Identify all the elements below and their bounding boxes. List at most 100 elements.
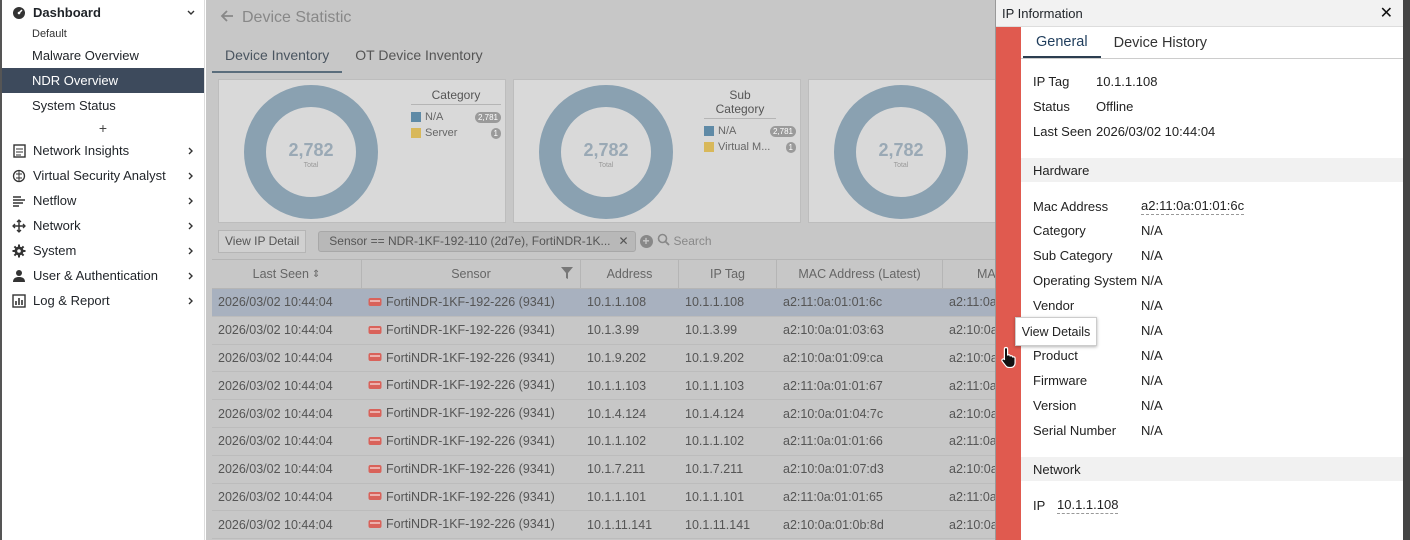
cell-address: 10.1.1.102 — [587, 434, 647, 449]
cell-mac: a2:10:0a:01:04:7c — [783, 406, 884, 421]
field-value[interactable]: 10.1.1.108 — [1057, 497, 1119, 514]
field-value[interactable]: a2:11:0a:01:01:6c — [1141, 198, 1245, 215]
legend-title: Category — [411, 88, 501, 105]
field-value: N/A — [1141, 273, 1163, 288]
sidebar-item-malware-overview[interactable]: Malware Overview — [2, 43, 204, 68]
sidebar-item-label: NDR Overview — [32, 73, 118, 88]
donut-total: 2,782 — [878, 140, 923, 160]
legend-label: N/A — [718, 125, 737, 137]
sidebar-item-label: Malware Overview — [32, 48, 139, 63]
tab-device-history[interactable]: Device History — [1101, 27, 1220, 58]
column-last-seen[interactable]: Last Seen ⇕ — [212, 260, 362, 288]
tab-ot-device-inventory[interactable]: OT Device Inventory — [342, 41, 495, 73]
cell-last-seen: 2026/03/02 10:44:04 — [218, 295, 333, 310]
cell-ip-tag: 10.1.3.99 — [685, 323, 738, 338]
field-value: Offline — [1096, 99, 1134, 114]
tab-general[interactable]: General — [1023, 27, 1101, 58]
cell-mac-extra: a2:11:0a — [949, 434, 997, 449]
sidebar-item-network-insights[interactable]: Network Insights — [2, 138, 204, 163]
sidebar-item-label: Network — [33, 218, 81, 233]
add-dashboard-button[interactable]: + — [2, 118, 204, 138]
donut-total: 2,782 — [288, 140, 333, 160]
sidebar-item-ndr-overview[interactable]: NDR Overview — [2, 68, 204, 93]
filter-icon[interactable] — [560, 266, 574, 283]
field-label: Operating System — [1033, 273, 1138, 288]
category-donut: 2,782 Total — [243, 84, 379, 220]
filter-chip-label: Sensor == NDR-1KF-192-110 (2d7e), FortiN… — [329, 234, 611, 248]
sensor-label: FortiNDR-1KF-192-226 (9341) — [386, 322, 555, 337]
legend-badge: 2,781 — [474, 111, 501, 123]
column-ip-tag[interactable]: IP Tag — [679, 260, 777, 288]
sidebar-item-system[interactable]: System — [2, 238, 204, 263]
table-row[interactable]: 2026/03/02 10:44:04 FortiNDR-1KF-192-226… — [212, 372, 1002, 401]
user-icon — [11, 268, 27, 284]
field-label: Status — [1033, 99, 1070, 114]
add-filter-icon[interactable]: + — [639, 234, 653, 248]
cell-ip-tag: 10.1.11.141 — [685, 517, 751, 532]
table-row[interactable]: 2026/03/02 10:44:04 FortiNDR-1KF-192-226… — [212, 456, 1002, 484]
table-row[interactable]: 2026/03/02 10:44:04 FortiNDR-1KF-192-226… — [212, 511, 1002, 540]
sidebar-item-system-status[interactable]: System Status — [2, 93, 204, 118]
view-ip-detail-button[interactable]: View IP Detail — [218, 229, 307, 253]
sidebar-item-virtual-security-analyst[interactable]: Virtual Security Analyst — [2, 163, 204, 188]
sidebar-item-netflow[interactable]: Netflow — [2, 188, 204, 213]
sidebar-dashboard-label: Dashboard — [33, 5, 101, 20]
legend-item[interactable]: N/A 2,781 — [411, 109, 501, 125]
sidebar-item-user-authentication[interactable]: User & Authentication — [2, 263, 204, 288]
sensor-icon — [368, 324, 382, 338]
sidebar-item-label: User & Authentication — [33, 268, 159, 283]
close-icon[interactable]: ✕ — [1380, 3, 1393, 23]
field-label: Category — [1033, 223, 1086, 238]
filter-chip[interactable]: Sensor == NDR-1KF-192-110 (2d7e), FortiN… — [318, 230, 636, 252]
table-row[interactable]: 2026/03/02 10:44:04 FortiNDR-1KF-192-226… — [212, 289, 1002, 317]
table-row[interactable]: 2026/03/02 10:44:04 FortiNDR-1KF-192-226… — [212, 345, 1002, 373]
donut-total: 2,782 — [583, 140, 628, 160]
cell-last-seen: 2026/03/02 10:44:04 — [218, 462, 333, 477]
legend-item[interactable]: Virtual M... 1 — [704, 139, 796, 155]
cell-sensor: FortiNDR-1KF-192-226 (9341) — [362, 295, 581, 310]
cell-mac: a2:11:0a:01:01:6c — [783, 295, 883, 310]
column-label: Last Seen — [252, 267, 309, 281]
cell-last-seen: 2026/03/02 10:44:04 — [218, 434, 333, 449]
sidebar-item-log-report[interactable]: Log & Report — [2, 288, 204, 313]
table-body: 2026/03/02 10:44:04 FortiNDR-1KF-192-226… — [212, 289, 1002, 540]
dialog-title: IP Information — [1002, 5, 1083, 21]
column-sensor[interactable]: Sensor — [362, 260, 581, 288]
cell-last-seen: 2026/03/02 10:44:04 — [218, 350, 333, 365]
sidebar-item-network[interactable]: Network — [2, 213, 204, 238]
table-row[interactable]: 2026/03/02 10:44:04 FortiNDR-1KF-192-226… — [212, 317, 1002, 345]
view-details-tooltip: View Details — [1015, 317, 1097, 346]
table-row[interactable]: 2026/03/02 10:44:04 FortiNDR-1KF-192-226… — [212, 400, 1002, 428]
column-mac-address[interactable]: MAC Address (Latest) — [777, 260, 943, 288]
resize-handle[interactable] — [996, 27, 1021, 540]
cell-mac-extra: a2:10:0a — [949, 406, 998, 421]
field-value: N/A — [1141, 373, 1163, 388]
cell-address: 10.1.7.211 — [587, 462, 646, 477]
chevron-right-icon — [186, 271, 196, 281]
donut-total-label: Total — [599, 162, 614, 169]
sidebar-item-label: Netflow — [33, 193, 77, 208]
back-arrow-icon[interactable] — [220, 9, 234, 28]
search-box[interactable]: Search — [657, 233, 712, 249]
hardware-row: Product N/A — [1033, 348, 1163, 363]
sidebar-dashboard[interactable]: Dashboard — [2, 0, 204, 25]
column-address[interactable]: Address — [581, 260, 679, 288]
close-icon[interactable]: ✕ — [618, 234, 628, 248]
column-mac-extra[interactable]: MA — [943, 260, 1002, 288]
chevron-right-icon — [186, 296, 196, 306]
sensor-icon — [368, 518, 382, 532]
cell-address: 10.1.3.99 — [587, 323, 640, 338]
field-label: Product — [1033, 348, 1078, 363]
sidebar-default-label: Default — [32, 28, 67, 40]
search-icon — [657, 233, 670, 249]
table-row[interactable]: 2026/03/02 10:44:04 FortiNDR-1KF-192-226… — [212, 428, 1002, 456]
legend-title: Sub Category — [704, 88, 776, 119]
table-row[interactable]: 2026/03/02 10:44:04 FortiNDR-1KF-192-226… — [212, 484, 1002, 512]
sensor-label: FortiNDR-1KF-192-226 (9341) — [386, 406, 555, 421]
sub-category-panel: 2,782 Total Sub Category N/A 2,781 Virtua… — [513, 79, 801, 223]
tab-device-inventory[interactable]: Device Inventory — [212, 41, 343, 73]
cell-mac-extra: a2:11:0a — [949, 489, 997, 504]
legend-item[interactable]: N/A 2,781 — [704, 123, 796, 139]
legend-item[interactable]: Server 1 — [411, 125, 501, 141]
page-title: Device Statistic — [242, 9, 352, 26]
